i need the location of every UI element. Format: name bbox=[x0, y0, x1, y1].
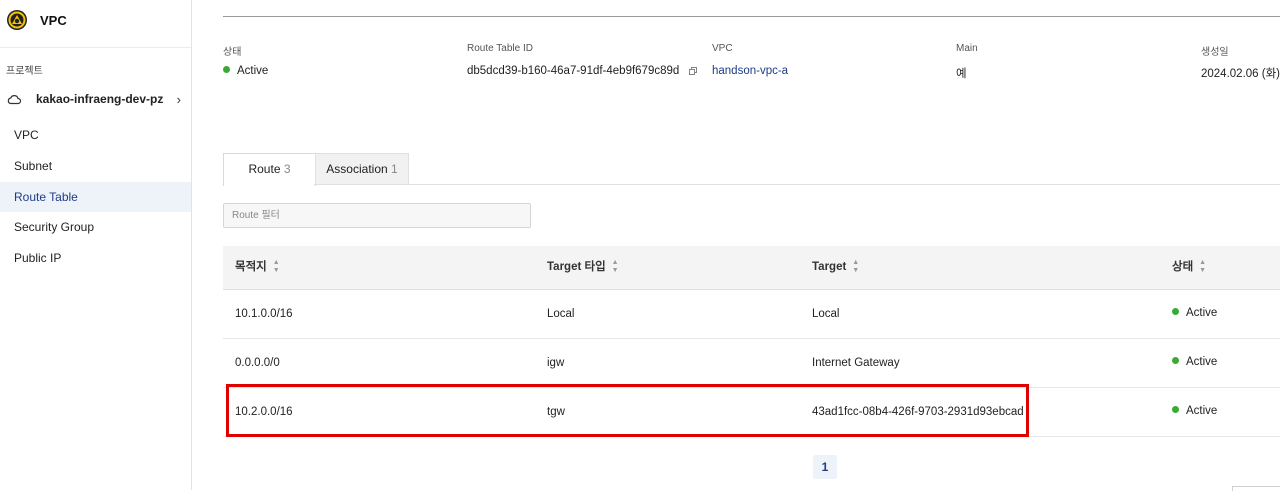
sort-icon[interactable]: ▲ ▼ bbox=[612, 259, 619, 275]
column-header-label: Target 타입 bbox=[547, 261, 606, 273]
status-text: Active bbox=[237, 65, 269, 77]
route-table-id-value: db5dcd39-b160-46a7-91df-4eb9f679c89d bbox=[467, 65, 697, 77]
column-header-status[interactable]: 상태 ▲ ▼ bbox=[1172, 246, 1206, 289]
status-dot-icon bbox=[1172, 406, 1179, 413]
cell-destination: 0.0.0.0/0 bbox=[235, 357, 280, 369]
sidebar-item-vpc[interactable]: VPC bbox=[0, 120, 191, 150]
cell-target-type: igw bbox=[547, 357, 565, 369]
tab-route[interactable]: Route 3 bbox=[223, 153, 316, 186]
sidebar-item-public-ip[interactable]: Public IP bbox=[0, 243, 191, 273]
route-filter bbox=[223, 203, 531, 228]
table-row[interactable]: 0.0.0.0/0 igw Internet Gateway Active bbox=[223, 339, 1280, 388]
sidebar-item-subnet[interactable]: Subnet bbox=[0, 151, 191, 181]
sidebar-item-security-group[interactable]: Security Group bbox=[0, 212, 191, 242]
status-dot-icon bbox=[1172, 357, 1179, 364]
sort-icon[interactable]: ▲ ▼ bbox=[852, 259, 859, 275]
tab-route-label: Route bbox=[248, 162, 281, 176]
copy-icon[interactable] bbox=[688, 67, 697, 75]
cell-target-type: Local bbox=[547, 308, 575, 320]
column-header-target[interactable]: Target ▲ ▼ bbox=[812, 246, 859, 289]
brand[interactable]: VPC bbox=[6, 9, 67, 31]
status-text: Active bbox=[1186, 356, 1218, 368]
tab-route-count: 3 bbox=[283, 162, 291, 176]
cell-status: Active bbox=[1172, 290, 1217, 336]
main-label: Main bbox=[956, 43, 978, 54]
sidebar-item-route-table[interactable]: Route Table bbox=[0, 181, 191, 212]
column-header-label: Target bbox=[812, 261, 847, 273]
vpc-label: VPC bbox=[712, 43, 733, 54]
created-value: 2024.02.06 (화) 0 bbox=[1201, 68, 1280, 80]
app-title: VPC bbox=[40, 12, 67, 28]
sort-icon[interactable]: ▲ ▼ bbox=[1199, 259, 1206, 275]
kakao-cloud-logo-icon bbox=[7, 10, 27, 30]
table-row[interactable]: 10.1.0.0/16 Local Local Active bbox=[223, 290, 1280, 339]
divider bbox=[223, 16, 1280, 17]
project-selector[interactable]: kakao-infraeng-dev-pz › bbox=[6, 88, 181, 110]
column-header-destination[interactable]: 목적지 ▲ ▼ bbox=[235, 246, 280, 289]
route-table-id-text: db5dcd39-b160-46a7-91df-4eb9f679c89d bbox=[467, 65, 680, 77]
tab-association-count: 1 bbox=[391, 162, 398, 176]
status-label: 상태 bbox=[223, 47, 242, 58]
divider bbox=[314, 184, 1280, 185]
main-value: 예 bbox=[956, 68, 967, 80]
column-header-label: 목적지 bbox=[235, 261, 267, 273]
created-label: 생성일 bbox=[1201, 47, 1229, 58]
sort-icon[interactable]: ▲ ▼ bbox=[273, 259, 280, 275]
status-text: Active bbox=[1186, 405, 1218, 417]
cell-target: Internet Gateway bbox=[812, 357, 900, 369]
table-header: 목적지 ▲ ▼ Target 타입 ▲ ▼ Target ▲ ▼ 상태 ▲ ▼ bbox=[223, 246, 1280, 290]
project-label: 프로젝트 bbox=[6, 66, 43, 77]
tab-association[interactable]: Association 1 bbox=[315, 153, 409, 185]
cell-target: Local bbox=[812, 308, 840, 320]
sidebar-nav: VPC Subnet Route Table Security Group Pu… bbox=[0, 120, 191, 274]
cell-status: Active bbox=[1172, 339, 1217, 385]
cell-destination: 10.1.0.0/16 bbox=[235, 308, 293, 320]
scroll-corner bbox=[1232, 486, 1280, 491]
status-dot-icon bbox=[223, 66, 230, 73]
divider bbox=[0, 47, 191, 48]
status-dot-icon bbox=[1172, 308, 1179, 315]
chevron-right-icon: › bbox=[176, 91, 181, 107]
route-filter-input[interactable] bbox=[224, 204, 530, 227]
sidebar: VPC 프로젝트 kakao-infraeng-dev-pz › VPC Sub… bbox=[0, 0, 192, 490]
highlight-annotation-box bbox=[226, 384, 1029, 437]
status-value: Active bbox=[223, 65, 268, 77]
status-text: Active bbox=[1186, 307, 1218, 319]
pagination-page-button[interactable]: 1 bbox=[813, 455, 837, 479]
route-table-id-label: Route Table ID bbox=[467, 43, 533, 54]
column-header-target-type[interactable]: Target 타입 ▲ ▼ bbox=[547, 246, 619, 289]
tab-association-label: Association bbox=[326, 162, 388, 176]
cloud-icon bbox=[7, 95, 22, 105]
project-name: kakao-infraeng-dev-pz bbox=[36, 92, 164, 106]
vpc-link[interactable]: handson-vpc-a bbox=[712, 65, 788, 77]
cell-status: Active bbox=[1172, 388, 1217, 434]
column-header-label: 상태 bbox=[1172, 261, 1194, 273]
